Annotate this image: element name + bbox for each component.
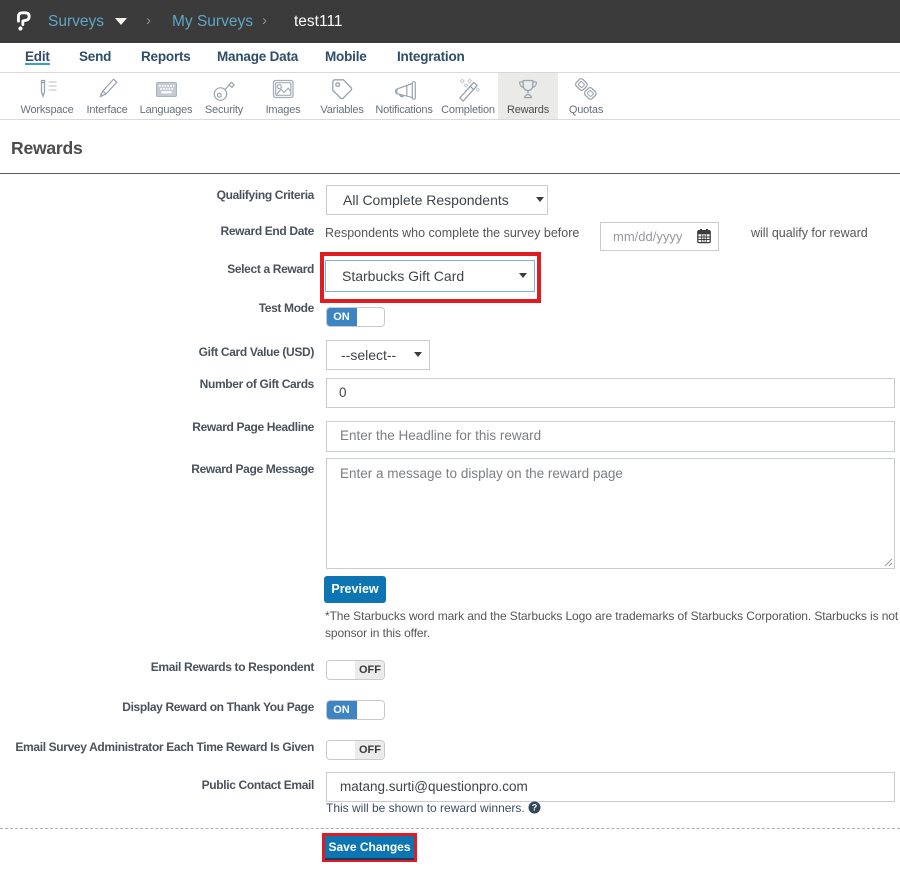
- svg-text:?: ?: [532, 803, 538, 813]
